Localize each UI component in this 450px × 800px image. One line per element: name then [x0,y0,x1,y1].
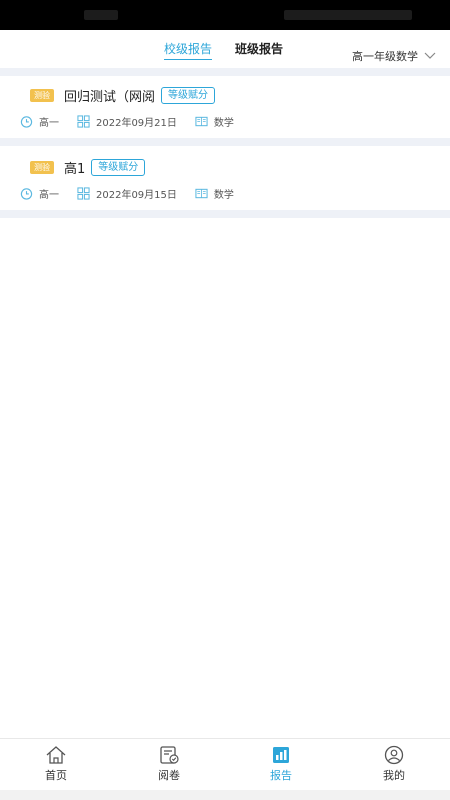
header: 校级报告 班级报告 高一年级数学 [0,30,450,68]
report-icon [273,747,289,763]
tab-label: 阅卷 [158,769,180,782]
tab-label: 校级报告 [164,42,213,56]
tab-label: 首页 [45,769,67,782]
tab-label: 我的 [383,769,405,782]
report-title: 回归测试（网阅 [64,90,156,105]
meta-grade: 高一 [20,114,59,129]
meta-date: 2022年09月21日 [77,114,177,129]
grade-scoring-tag: 等级赋分 [161,87,216,104]
grid-icon [77,187,90,200]
divider [0,68,450,76]
tab-profile[interactable]: 我的 [364,745,424,783]
clock-icon [20,188,33,200]
tab-school-report[interactable]: 校级报告 [164,40,213,60]
report-title-row: 测验 回归测试（网阅 等级赋分 [30,86,216,105]
grade-subject-select[interactable]: 高一年级数学 [352,48,436,64]
grading-icon [160,746,179,764]
book-icon [195,188,208,199]
grade-subject-label: 高一年级数学 [352,50,418,63]
subject-text: 数学 [213,190,234,201]
tab-grading[interactable]: 阅卷 [139,745,199,783]
date-text: 2022年09月15日 [96,190,177,201]
report-meta-row: 高一 2022年09月21日 数学 [20,114,252,129]
divider [0,138,450,146]
type-badge: 测验 [30,89,54,102]
book-icon [195,116,208,127]
tab-report[interactable]: 报告 [251,745,311,783]
status-bar [0,0,450,30]
tab-home[interactable]: 首页 [26,745,86,783]
date-text: 2022年09月21日 [96,118,177,129]
report-title-row: 测验 高1 等级赋分 [30,158,146,177]
tab-label: 报告 [270,769,292,782]
system-nav-strip [0,790,450,800]
meta-grade: 高一 [20,186,59,201]
grid-icon [77,115,90,128]
grade-scoring-tag: 等级赋分 [91,159,146,176]
active-tab-underline [164,59,213,60]
profile-icon [384,745,404,765]
meta-subject: 数学 [195,114,234,129]
grade-text: 高一 [39,190,59,201]
clock-icon [20,116,33,128]
tab-class-report[interactable]: 班级报告 [235,40,283,57]
report-title: 高1 [64,162,86,177]
report-card[interactable]: 测验 高1 等级赋分 高一 2022年09月15日 数学 [0,146,450,210]
tab-label: 班级报告 [235,42,284,56]
chevron-down-icon [424,52,436,59]
meta-subject: 数学 [195,186,234,201]
subject-text: 数学 [213,118,234,129]
divider [0,210,450,218]
meta-date: 2022年09月15日 [77,186,177,201]
grade-text: 高一 [39,118,59,129]
report-meta-row: 高一 2022年09月15日 数学 [20,186,252,201]
status-bar-right-icons [284,10,412,20]
status-bar-left-icons [84,10,118,20]
report-card[interactable]: 测验 回归测试（网阅 等级赋分 高一 2022年09月21日 数学 [0,76,450,138]
home-icon [46,746,66,764]
type-badge: 测验 [30,161,54,174]
